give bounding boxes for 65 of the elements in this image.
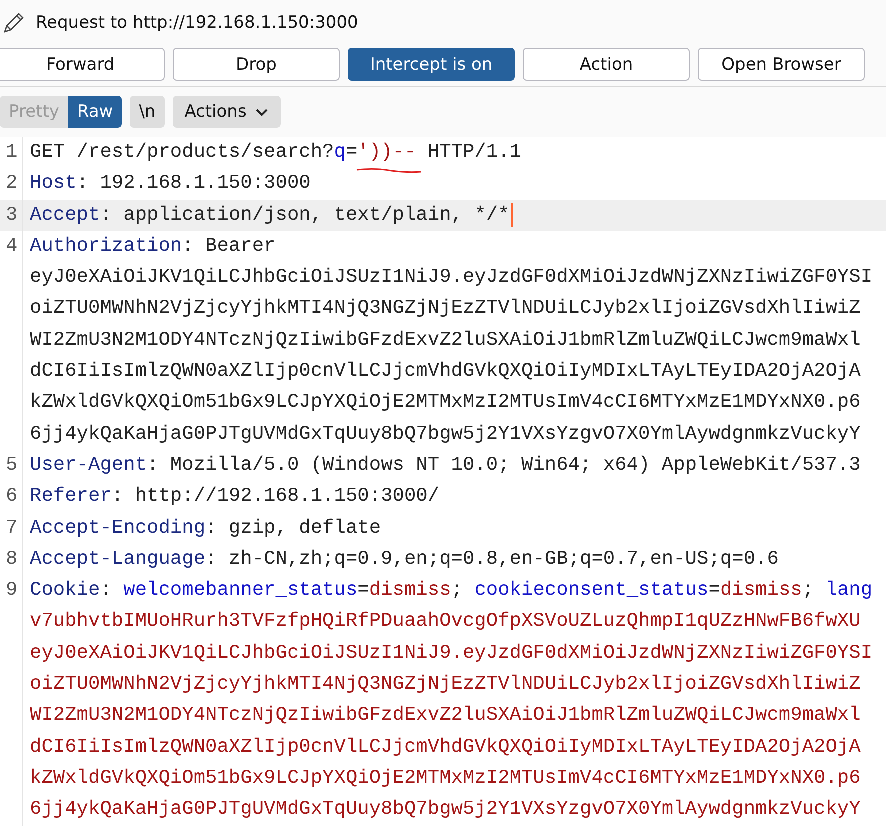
header-name: Accept <box>30 202 100 228</box>
code-text: WI2ZmU3N2M1ODY4NTczNjQzIiwibGFzdExvZ2luSXAiOiJ1bmRlZmluZWQiLCJwcm9maWxl <box>30 328 861 353</box>
code-text: dCI6IiIsImlzQWN0aXZlIjp0cnVlLCJjcmVhdGVkQXQiOiIyMDIxLTAyLTEyIDA2OjA2OjA <box>30 359 861 384</box>
code-text: GET /rest/products/search? <box>30 140 334 165</box>
view-tab[interactable]: Raw <box>68 96 122 128</box>
newline-toggle[interactable]: \n <box>130 96 165 128</box>
code-text: : http://192.168.1.150:3000/ <box>112 484 440 510</box>
code-text: = <box>346 140 358 165</box>
code-text: oiZTU0MWNhN2VjZjcyYjhkMTI4NjQ3NGZjNjEzZTVlNDUiLCJyb2xlIjoiZGVsdXhlIiwiZ <box>30 296 861 322</box>
line-number: 8 <box>5 546 19 572</box>
param-name: q <box>334 140 346 165</box>
code-text: : application/json, text/plain, */* <box>100 202 510 228</box>
line-number: 9 <box>5 578 19 604</box>
code-text: = <box>358 578 370 604</box>
code-text: : Bearer <box>182 234 276 259</box>
code-text: ; <box>451 578 464 604</box>
param-value: '))-- <box>358 137 416 168</box>
param-value: 6jj4ykQaKaHjaG0PJTgUVMdGxTqUuy8bQ7bgw5j2Y1VXsYzgvO7X0YmlAywdgnmkzVuckyY <box>30 797 861 822</box>
param-value: WI2ZmU3N2M1ODY4NTczNjQzIiwibGFzdExvZ2luSXAiOiJ1bmRlZmluZWQiLCJwcm9maWxl <box>30 703 861 728</box>
toolbar-button[interactable]: Open Browser <box>698 48 865 81</box>
code-text: kZWxldGVkQXQiOm51bGx9LCJpYXQiOjE2MTMxMzI2MTUsImV4cCI6MTYxMzE1MDYxNX0.p6 <box>30 390 861 416</box>
pencil-icon <box>2 11 26 35</box>
param-name: welcomebanner_status <box>124 578 358 604</box>
header-name: Referer <box>30 484 112 510</box>
caret-icon <box>254 108 269 116</box>
code-text: eyJ0eXAiOiJKV1QiLCJhbGciOiJSUzI1NiJ9.eyJzdGF0dXMiOiJzdWNjZXNzIiwiZGF0YSI <box>30 265 873 290</box>
code-text: : Mozilla/5.0 (Windows NT 10.0; Win64; x64) AppleWebKit/537.3 <box>147 452 861 478</box>
line-number: 6 <box>5 484 19 510</box>
line-number: 5 <box>5 452 19 478</box>
line-number: 7 <box>5 516 19 541</box>
code-text: : <box>100 578 113 604</box>
header-name: Accept-Encoding <box>30 516 206 541</box>
param-value: dismiss <box>720 578 802 604</box>
param-value: dismiss <box>369 578 452 604</box>
header-name: Authorization <box>30 234 182 259</box>
param-name: cookieconsent_status <box>474 578 709 604</box>
header-name: Cookie <box>30 578 100 604</box>
code-text: 6jj4ykQaKaHjaG0PJTgUVMdGxTqUuy8bQ7bgw5j2Y1VXsYzgvO7X0YmlAywdgnmkzVuckyY <box>30 422 861 447</box>
header-name: User-Agent <box>30 452 148 478</box>
toolbar-button[interactable]: Action <box>523 48 690 81</box>
code-text: = <box>708 578 720 604</box>
underline-annotation <box>356 167 422 175</box>
toolbar-button[interactable]: Intercept is on <box>348 48 515 81</box>
actions-dropdown[interactable]: Actions <box>172 96 281 128</box>
line-number: 4 <box>5 234 19 259</box>
code-text: : gzip, deflate <box>206 516 382 541</box>
param-value: v7ubhvtbIMUoHRurh3TVFzfpHQiRfPDuaahOvcgOfpXSVoUZLuzQhmpI1qUZzHNwFB6fwXU <box>30 609 861 634</box>
code-text: : zh-CN,zh;q=0.9,en;q=0.8,en-GB;q=0.7,en-US;q=0.6 <box>206 546 779 572</box>
text-cursor <box>510 203 513 228</box>
request-title: Request to http://192.168.1.150:3000 <box>36 13 358 33</box>
code-text: HTTP/1.1 <box>426 140 522 165</box>
line-number: 1 <box>5 140 19 165</box>
code-text: : 192.168.1.150:3000 <box>76 171 311 196</box>
header-name: Accept-Language <box>30 546 206 572</box>
line-number: 2 <box>5 171 19 196</box>
param-value: dCI6IiIsImlzQWN0aXZlIjp0cnVlLCJjcmVhdGVkQXQiOiIyMDIxLTAyLTEyIDA2OjA2OjA <box>30 734 861 760</box>
code-text: ; <box>802 578 816 604</box>
param-value: eyJ0eXAiOiJKV1QiLCJhbGciOiJSUzI1NiJ9.eyJzdGF0dXMiOiJzdWNjZXNzIiwiZGF0YSI <box>30 640 873 666</box>
toolbar-button[interactable]: Forward <box>0 48 165 81</box>
line-number: 3 <box>5 202 19 228</box>
param-name: lang <box>826 578 873 604</box>
param-value: oiZTU0MWNhN2VjZjcyYjhkMTI4NjQ3NGZjNjEzZTVlNDUiLCJyb2xlIjoiZGVsdXhlIiwiZ <box>30 672 861 698</box>
toolbar-button[interactable]: Drop <box>173 48 340 81</box>
header-name: Host <box>30 171 77 196</box>
param-value: kZWxldGVkQXQiOm51bGx9LCJpYXQiOjE2MTMxMzI2MTUsImV4cCI6MTYxMzE1MDYxNX0.p6 <box>30 766 861 791</box>
